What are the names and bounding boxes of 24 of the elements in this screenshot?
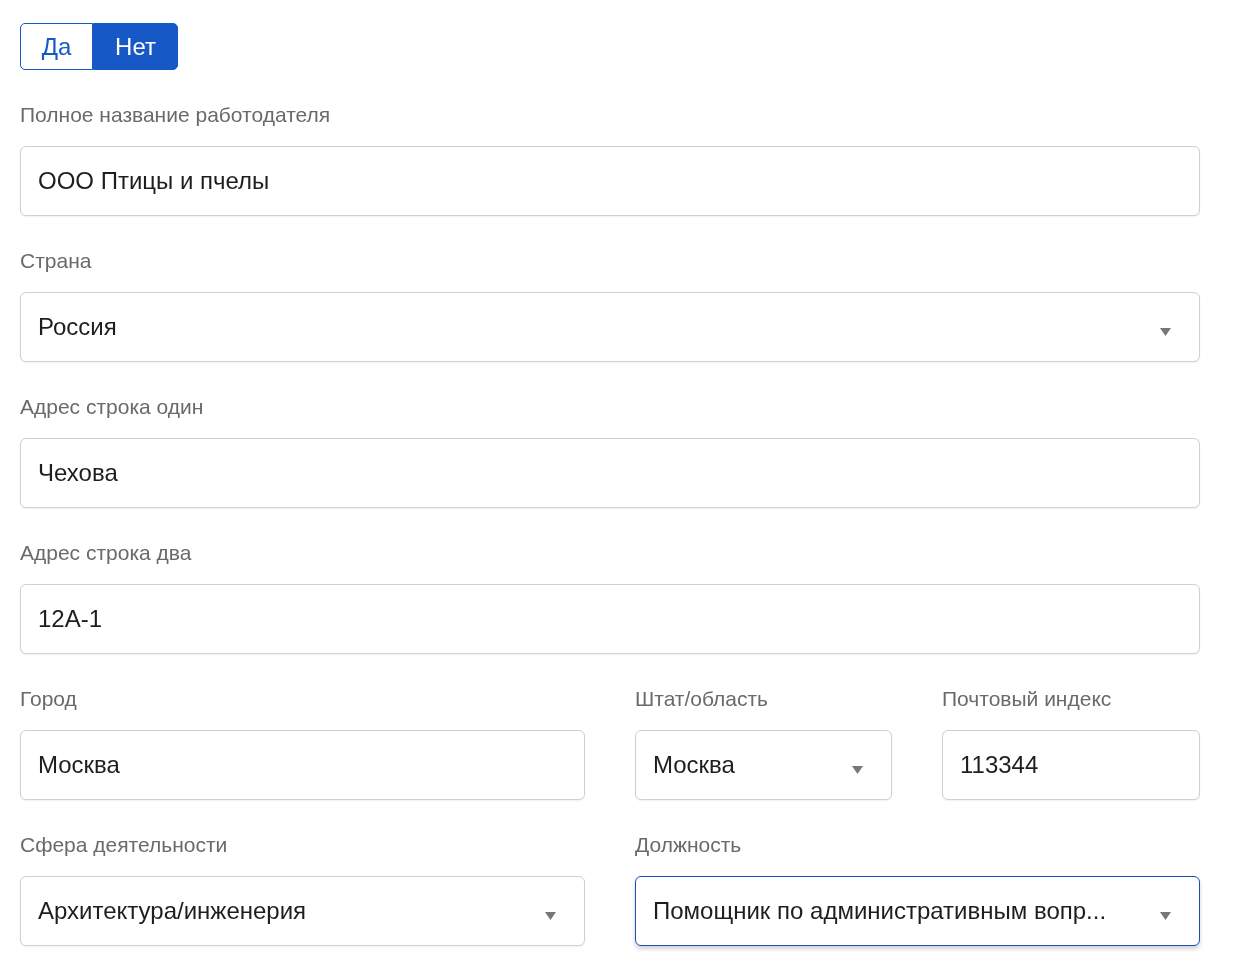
field-label: Сфера деятельности <box>20 832 229 858</box>
select-field[interactable]: Россия <box>20 292 1200 362</box>
dropdown-caret-icon <box>1160 328 1171 336</box>
field-label: Полное название работодателя <box>20 102 332 128</box>
toggle-option[interactable]: Нет <box>93 23 178 70</box>
input-field[interactable]: ООО Птицы и пчелы <box>20 146 1200 216</box>
field-label: Страна <box>20 248 93 274</box>
select-field[interactable]: Архитектура/инженерия <box>20 876 585 946</box>
dropdown-caret-icon <box>1160 912 1171 920</box>
field-label: Почтовый индекс <box>942 686 1113 712</box>
input-field[interactable]: 113344 <box>942 730 1200 800</box>
input-field[interactable]: 12A-1 <box>20 584 1200 654</box>
dropdown-caret-icon <box>852 766 863 774</box>
field-label: Адрес строка один <box>20 394 205 420</box>
toggle-option[interactable]: Да <box>20 23 93 70</box>
select-field[interactable]: Москва <box>635 730 892 800</box>
field-label: Штат/область <box>635 686 770 712</box>
input-field[interactable]: Москва <box>20 730 585 800</box>
field-label: Город <box>20 686 78 712</box>
select-field[interactable]: Помощник по административным вопр... <box>635 876 1200 946</box>
field-label: Адрес строка два <box>20 540 193 566</box>
field-label: Должность <box>635 832 743 858</box>
input-field[interactable]: Чехова <box>20 438 1200 508</box>
dropdown-caret-icon <box>545 912 556 920</box>
